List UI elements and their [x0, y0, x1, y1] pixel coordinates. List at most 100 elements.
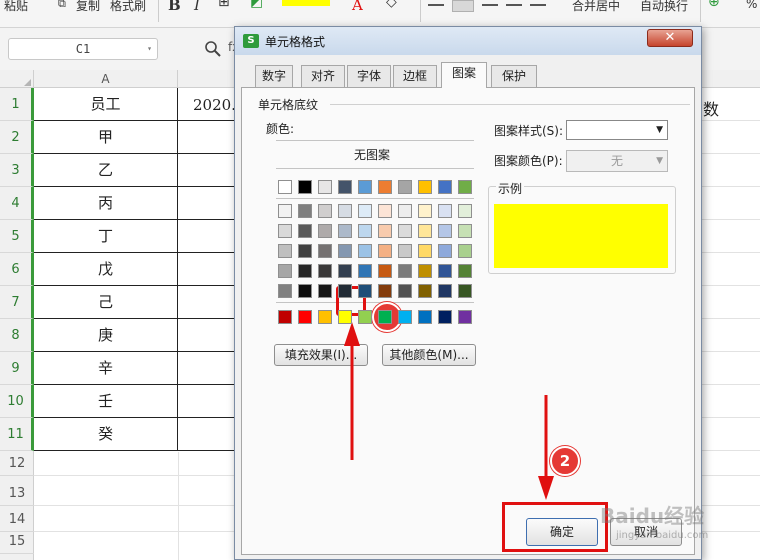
name-box[interactable]: C1 ▾: [8, 38, 158, 60]
row-header[interactable]: 10: [0, 385, 34, 418]
color-swatch[interactable]: [398, 180, 412, 194]
no-pattern-option[interactable]: 无图案: [354, 146, 390, 163]
tab-font[interactable]: 字体: [347, 65, 391, 87]
cell-a[interactable]: 癸: [34, 418, 178, 451]
color-swatch[interactable]: [378, 310, 392, 324]
border-icon[interactable]: ⊞: [218, 0, 230, 10]
color-swatch[interactable]: [378, 204, 392, 218]
color-swatch[interactable]: [318, 310, 332, 324]
row-header[interactable]: 6: [0, 253, 34, 286]
color-swatch[interactable]: [418, 224, 432, 238]
color-swatch[interactable]: [278, 310, 292, 324]
row-header[interactable]: 4: [0, 187, 34, 220]
color-swatch[interactable]: [438, 244, 452, 258]
color-swatch[interactable]: [278, 264, 292, 278]
copy-button[interactable]: 复制: [76, 0, 100, 14]
color-swatch[interactable]: [458, 284, 472, 298]
row-header[interactable]: 15: [0, 530, 34, 554]
row-header[interactable]: 13: [0, 482, 34, 506]
column-header-a[interactable]: A: [34, 70, 178, 88]
row-header[interactable]: 1: [0, 88, 34, 121]
color-swatch[interactable]: [318, 244, 332, 258]
row-header[interactable]: 9: [0, 352, 34, 385]
color-swatch[interactable]: [378, 180, 392, 194]
color-swatch[interactable]: [358, 204, 372, 218]
align-center-icon[interactable]: [452, 0, 474, 12]
color-swatch[interactable]: [318, 284, 332, 298]
color-swatch[interactable]: [458, 224, 472, 238]
close-button[interactable]: ✕: [647, 29, 693, 47]
cell-a[interactable]: 庚: [34, 319, 178, 352]
justify-icon[interactable]: [506, 0, 522, 6]
color-swatch[interactable]: [358, 310, 372, 324]
color-swatch[interactable]: [338, 264, 352, 278]
color-swatch[interactable]: [298, 204, 312, 218]
pattern-color-select[interactable]: 无 ▼: [566, 150, 668, 172]
color-swatch[interactable]: [398, 244, 412, 258]
color-swatch[interactable]: [278, 204, 292, 218]
paste-button[interactable]: 粘贴: [4, 0, 28, 14]
select-all-corner[interactable]: [0, 70, 34, 88]
color-swatch[interactable]: [358, 244, 372, 258]
row-header[interactable]: 3: [0, 154, 34, 187]
color-swatch[interactable]: [278, 244, 292, 258]
color-swatch[interactable]: [398, 264, 412, 278]
color-swatch[interactable]: [458, 244, 472, 258]
color-swatch[interactable]: [398, 204, 412, 218]
color-swatch[interactable]: [318, 180, 332, 194]
cell-a[interactable]: 辛: [34, 352, 178, 385]
color-swatch[interactable]: [398, 284, 412, 298]
row-header[interactable]: 11: [0, 418, 34, 451]
color-swatch[interactable]: [318, 204, 332, 218]
highlight-icon[interactable]: [282, 0, 330, 6]
color-swatch[interactable]: [318, 264, 332, 278]
color-swatch[interactable]: [438, 224, 452, 238]
cell-a[interactable]: 乙: [34, 154, 178, 187]
color-swatch[interactable]: [378, 244, 392, 258]
align-left-icon[interactable]: [428, 0, 444, 6]
color-swatch[interactable]: [298, 310, 312, 324]
color-swatch[interactable]: [418, 284, 432, 298]
color-swatch[interactable]: [398, 310, 412, 324]
row-header[interactable]: 14: [0, 508, 34, 532]
cell-a[interactable]: 丁: [34, 220, 178, 253]
color-swatch[interactable]: [298, 180, 312, 194]
color-swatch[interactable]: [298, 284, 312, 298]
color-swatch[interactable]: [438, 284, 452, 298]
color-swatch[interactable]: [318, 224, 332, 238]
merge-center-button[interactable]: 合并居中: [572, 0, 620, 14]
color-swatch[interactable]: [438, 310, 452, 324]
color-swatch[interactable]: [418, 180, 432, 194]
color-swatch[interactable]: [358, 224, 372, 238]
color-swatch[interactable]: [458, 180, 472, 194]
color-swatch[interactable]: [338, 310, 352, 324]
add-icon[interactable]: ⊕: [708, 0, 720, 10]
color-swatch[interactable]: [358, 264, 372, 278]
color-swatch[interactable]: [358, 284, 372, 298]
color-swatch[interactable]: [338, 204, 352, 218]
cell-a[interactable]: 员工: [34, 88, 178, 121]
zoom-icon[interactable]: [204, 40, 222, 58]
cell-a[interactable]: 甲: [34, 121, 178, 154]
color-swatch[interactable]: [278, 284, 292, 298]
color-swatch[interactable]: [378, 264, 392, 278]
color-swatch[interactable]: [338, 224, 352, 238]
color-swatch[interactable]: [378, 284, 392, 298]
cell-a[interactable]: 己: [34, 286, 178, 319]
italic-button[interactable]: I: [194, 0, 200, 14]
color-swatch[interactable]: [418, 204, 432, 218]
pattern-style-select[interactable]: ▼: [566, 120, 668, 140]
ok-button[interactable]: 确定: [526, 518, 598, 546]
color-swatch[interactable]: [338, 284, 352, 298]
color-swatch[interactable]: [438, 264, 452, 278]
color-swatch[interactable]: [458, 310, 472, 324]
font-color-button[interactable]: A: [352, 0, 363, 14]
percent-button[interactable]: %: [746, 0, 757, 11]
row-header[interactable]: 5: [0, 220, 34, 253]
color-swatch[interactable]: [338, 180, 352, 194]
color-swatch[interactable]: [418, 310, 432, 324]
row-header[interactable]: 2: [0, 121, 34, 154]
color-swatch[interactable]: [398, 224, 412, 238]
color-swatch[interactable]: [458, 204, 472, 218]
color-swatch[interactable]: [418, 264, 432, 278]
